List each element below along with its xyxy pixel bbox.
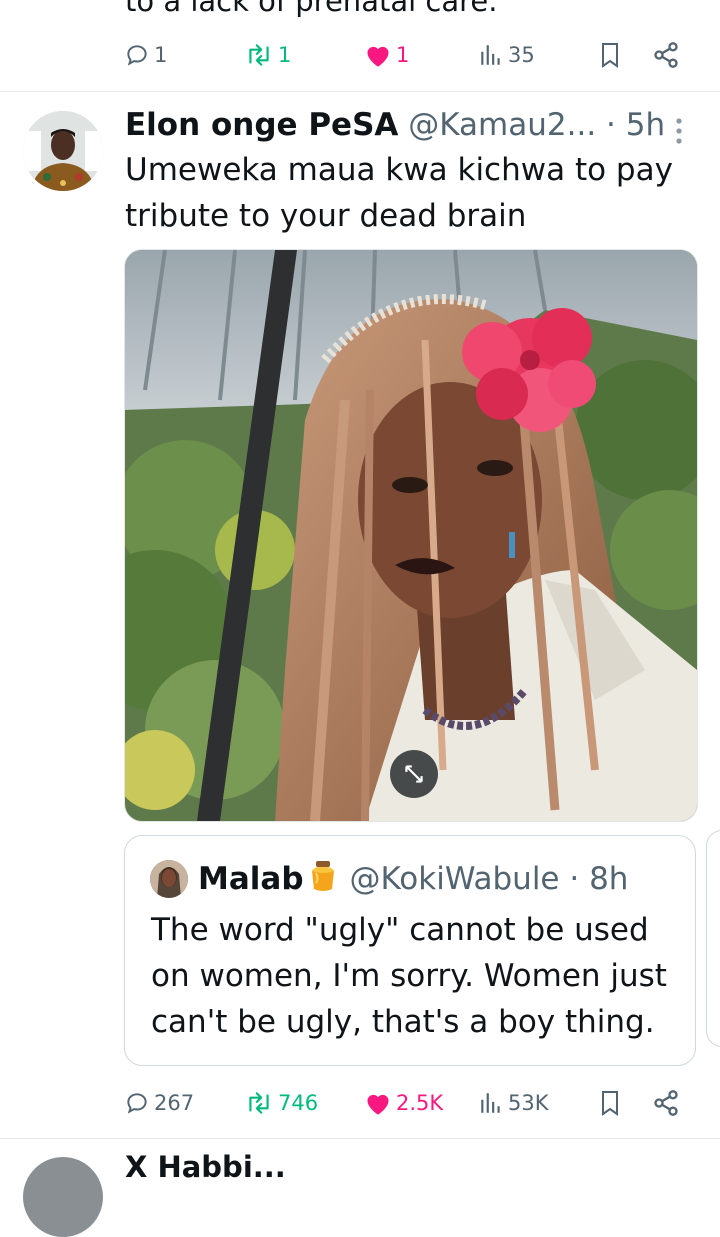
share-button[interactable] — [652, 35, 680, 75]
author-handle[interactable]: @Kamau2... — [408, 107, 596, 143]
next-author-avatar[interactable] — [23, 1157, 103, 1237]
share-icon — [654, 42, 678, 68]
bookmark-button[interactable] — [598, 35, 622, 75]
quoted-author-name: Malab — [198, 861, 304, 897]
views-count: 53K — [508, 1091, 549, 1115]
repost-button[interactable]: 746 — [244, 1083, 318, 1123]
side-card-edge — [706, 830, 720, 1047]
more-button[interactable] — [672, 116, 686, 146]
like-icon — [367, 1094, 389, 1115]
repost-count: 746 — [278, 1091, 319, 1115]
views-button[interactable]: 53K — [478, 1083, 549, 1123]
share-icon — [654, 1090, 678, 1116]
prev-tweet-text: to a lack of prenatal care. — [125, 0, 498, 18]
tweet-actions: 267 746 2.5K 53K — [0, 1083, 720, 1123]
reply-button[interactable]: 1 — [124, 35, 167, 75]
reply-icon — [127, 45, 147, 66]
prev-tweet-actions: 1 1 1 35 — [0, 35, 720, 75]
author-avatar[interactable] — [23, 111, 103, 191]
quoted-tweet-text: The word "ugly" cannot be used on women,… — [151, 912, 667, 1040]
reply-button[interactable]: 267 — [124, 1083, 194, 1123]
repost-icon — [249, 44, 269, 66]
repost-icon — [249, 1092, 269, 1114]
quoted-author-avatar-image — [150, 860, 188, 898]
next-tweet-header: X Habbi... — [125, 1150, 286, 1184]
tweet-header: Elon onge PeSA @Kamau2... · 5h — [125, 103, 665, 147]
expand-media-button[interactable] — [390, 750, 438, 798]
tweet-divider — [0, 91, 720, 92]
quoted-tweet-header: Malab @KokiWabule · 8h — [198, 857, 628, 905]
like-button[interactable]: 1 — [364, 35, 409, 75]
honey-pot-emoji — [306, 859, 340, 905]
like-count: 2.5K — [396, 1091, 444, 1115]
quoted-author-avatar — [150, 860, 188, 898]
views-button[interactable]: 35 — [478, 35, 535, 75]
quoted-author-handle: @KokiWabule — [349, 861, 560, 897]
tweet-time[interactable]: · 5h — [606, 107, 665, 143]
views-icon — [481, 45, 500, 65]
tweet-text: Umeweka maua kwa kichwa to pay tribute t… — [125, 152, 673, 234]
author-name[interactable]: Elon onge PeSA — [125, 107, 398, 143]
bookmark-button[interactable] — [598, 1083, 622, 1123]
like-button[interactable]: 2.5K — [364, 1083, 443, 1123]
like-icon — [367, 46, 389, 67]
tweet-photo-image — [125, 250, 697, 821]
views-icon — [481, 1093, 500, 1113]
tweet-photo[interactable] — [124, 249, 698, 822]
bookmark-icon — [602, 1091, 618, 1116]
reply-count: 267 — [154, 1091, 195, 1115]
repost-button[interactable]: 1 — [244, 35, 291, 75]
more-icon — [676, 118, 682, 144]
views-count: 35 — [508, 43, 535, 67]
tweet-divider — [0, 1138, 720, 1139]
repost-count: 1 — [278, 43, 292, 67]
reply-icon — [127, 1093, 147, 1114]
reply-count: 1 — [154, 43, 168, 67]
quoted-tweet-time: · 8h — [569, 861, 629, 897]
like-count: 1 — [396, 43, 410, 67]
share-button[interactable] — [652, 1083, 680, 1123]
expand-icon — [405, 765, 423, 783]
bookmark-icon — [602, 43, 618, 68]
author-avatar-image — [23, 111, 103, 191]
